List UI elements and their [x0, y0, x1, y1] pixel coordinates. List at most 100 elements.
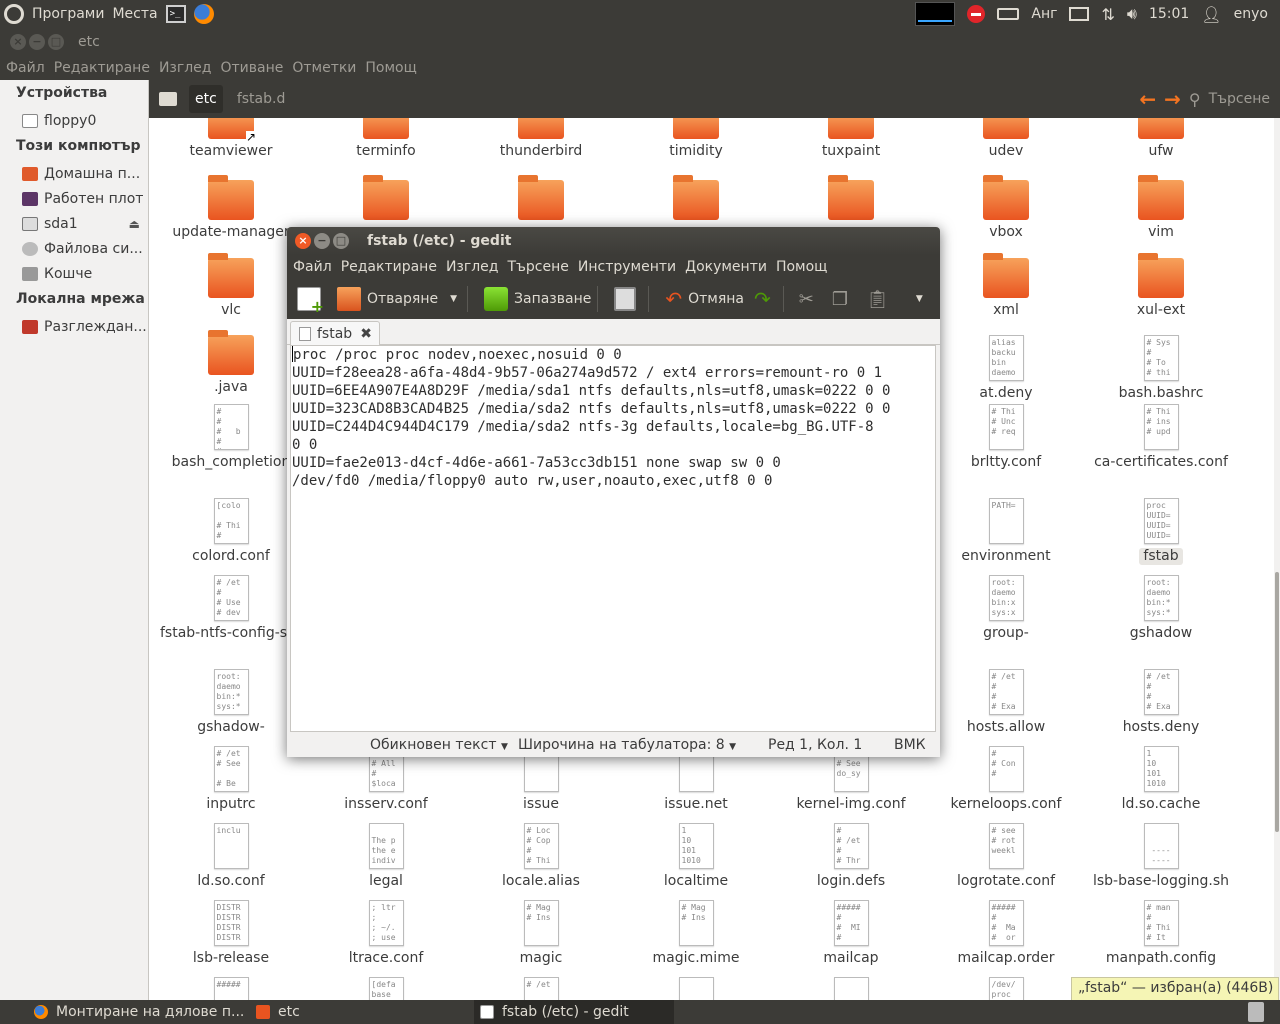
file-item[interactable]: root: daemo bin:x sys:x group- [931, 575, 1081, 642]
file-item[interactable]: root: daemo bin:* sys:* gshadow [1086, 575, 1236, 642]
taskbar-item-gedit[interactable]: fstab (/etc) - gedit [474, 1000, 674, 1024]
keyboard-layout[interactable]: Анг [1031, 6, 1057, 22]
nautilus-menu-edit[interactable]: Редактиране [48, 60, 153, 76]
volume-icon[interactable]: 🔊︎ [1127, 4, 1137, 24]
text-editor[interactable]: proc /proc proc nodev,noexec,nosuid 0 0 U… [290, 345, 936, 732]
file-item[interactable]: [colo # Thi # colord.conf [156, 498, 306, 565]
file-item[interactable]: # /et # # # Exa hosts.allow [931, 669, 1081, 736]
save-button[interactable]: Запазване [514, 291, 591, 307]
editor-line[interactable]: UUID=323CAD8B3CAD4B25 /media/sda2 ntfs d… [292, 400, 935, 418]
tab-width-selector[interactable]: Широчина на табулатора: 8 ▼ [518, 737, 736, 753]
nautilus-close-button[interactable]: × [10, 34, 26, 50]
file-item[interactable]: proc UUID= UUID= UUID= fstab [1086, 498, 1236, 565]
file-item[interactable]: # /et # # # Exa hosts.deny [1086, 669, 1236, 736]
gedit-menu-view[interactable]: Изглед [440, 259, 502, 275]
gedit-menu-tools[interactable]: Инструменти [572, 259, 679, 275]
save-icon[interactable] [484, 287, 509, 311]
file-item[interactable]: alias backu bin daemo at.deny [931, 335, 1081, 402]
file-item[interactable]: [defa base [311, 977, 461, 1000]
open-folder-icon[interactable] [337, 287, 361, 311]
breadcrumb-etc[interactable]: etc [189, 85, 223, 113]
search-icon[interactable]: ⚲ [1189, 90, 1201, 109]
nautilus-menu-file[interactable]: Файл [0, 60, 48, 76]
nautilus-menu-view[interactable]: Изглед [153, 60, 215, 76]
gedit-maximize-button[interactable]: □ [333, 233, 349, 249]
drive-root-icon[interactable] [159, 92, 177, 106]
new-document-icon[interactable] [297, 287, 324, 316]
file-item[interactable]: .java [156, 330, 306, 396]
firefox-launcher-icon[interactable] [193, 4, 214, 24]
file-item[interactable]: # # # b # # c bash_completion [156, 404, 306, 471]
sidebar-item-floppy0[interactable]: floppy0 [0, 108, 148, 133]
scrollbar-thumb[interactable] [1275, 572, 1279, 832]
sidebar-item-home[interactable]: Домашна п... [0, 161, 148, 186]
file-item[interactable]: DISTR DISTR DISTR DISTR lsb-release [156, 900, 306, 967]
gedit-minimize-button[interactable]: − [314, 233, 330, 249]
breadcrumb-fstab-d[interactable]: fstab.d [231, 85, 292, 113]
redo-icon[interactable]: ↷ [754, 287, 771, 311]
gedit-close-button[interactable]: × [295, 233, 311, 249]
ubuntu-logo-icon[interactable] [4, 4, 24, 24]
editor-line[interactable]: UUID=C244D4C944D4C179 /media/sda2 ntfs-3… [292, 418, 935, 436]
open-recent-dropdown-icon[interactable]: ▼ [450, 294, 457, 304]
forward-arrow-icon[interactable]: → [1164, 87, 1181, 111]
syntax-mode-selector[interactable]: Обикновен текст ▼ [370, 737, 508, 753]
file-item[interactable]: tuxpaint [776, 118, 926, 160]
file-item[interactable]: root: daemo bin:* sys:* gshadow- [156, 669, 306, 736]
terminal-launcher-icon[interactable]: >_ [165, 5, 186, 23]
file-item[interactable]: vim [1086, 175, 1236, 241]
file-item[interactable]: teamviewer [156, 118, 306, 160]
mail-icon[interactable] [1069, 7, 1090, 21]
file-item[interactable]: 1 10 101 1010 localtime [621, 823, 771, 890]
sidebar-item-filesystem[interactable]: Файлова си... [0, 236, 148, 261]
tab-fstab[interactable]: fstab ✖ [290, 321, 380, 345]
menu-places[interactable]: Места [112, 6, 157, 22]
file-item[interactable]: PATH= environment [931, 498, 1081, 565]
search-label[interactable]: Търсене [1209, 91, 1270, 107]
menu-programs[interactable]: Програми [32, 6, 104, 22]
file-item[interactable]: ufw [1086, 118, 1236, 160]
keyboard-icon[interactable] [997, 8, 1020, 20]
sidebar-item-trash[interactable]: Кошче [0, 261, 148, 286]
file-item[interactable]: xml [931, 253, 1081, 319]
paste-icon[interactable]: 📋︎ [866, 289, 889, 310]
nautilus-minimize-button[interactable]: − [29, 34, 45, 50]
file-view-scrollbar[interactable] [1274, 118, 1280, 1000]
open-button[interactable]: Отваряне [367, 291, 438, 307]
file-item[interactable]: # Thi # Unc # req brltty.conf [931, 404, 1081, 471]
copy-icon[interactable]: ❐ [832, 289, 848, 310]
file-item[interactable]: ##### # # Ma # or mailcap.order [931, 900, 1081, 967]
file-item[interactable]: xul-ext [1086, 253, 1236, 319]
file-item[interactable]: /dev/ proc [931, 977, 1081, 1000]
file-item[interactable]: The p the e indiv legal [311, 823, 461, 890]
user-icon[interactable]: 👤︎ [1201, 5, 1221, 24]
file-item[interactable]: terminfo [311, 118, 461, 160]
sidebar-item-browse-network[interactable]: Разглеждан... [0, 314, 148, 339]
editor-content[interactable]: proc /proc proc nodev,noexec,nosuid 0 0 U… [292, 346, 935, 490]
gedit-menu-search[interactable]: Търсене [501, 259, 571, 275]
undo-button[interactable]: Отмяна [688, 291, 744, 307]
file-item[interactable]: # # /et # # Thr login.defs [776, 823, 926, 890]
file-item[interactable]: # Sys # # To # thi bash.bashrc [1086, 335, 1236, 402]
file-item[interactable]: 1 10 101 1010 ld.so.cache [1086, 746, 1236, 813]
file-item[interactable]: # Mag # Ins magic [466, 900, 616, 967]
toolbar-overflow-icon[interactable]: ▼ [916, 294, 923, 304]
file-item[interactable]: update-manager [156, 175, 306, 241]
taskbar-item-firefox[interactable]: Монтиране на дялове п... [28, 1000, 250, 1024]
gedit-titlebar[interactable]: × − □ fstab (/etc) - gedit [287, 227, 940, 255]
back-arrow-icon[interactable]: ← [1139, 87, 1156, 111]
tab-close-icon[interactable]: ✖ [360, 326, 372, 342]
indicator-red-icon[interactable] [967, 5, 986, 23]
file-item[interactable] [776, 977, 926, 1000]
file-item[interactable]: # Mag # Ins magic.mime [621, 900, 771, 967]
nautilus-menu-bookmarks[interactable]: Отметки [286, 60, 359, 76]
gedit-menu-help[interactable]: Помощ [770, 259, 830, 275]
undo-icon[interactable]: ↶ [665, 287, 682, 311]
user-name[interactable]: enyo [1234, 6, 1268, 22]
file-item[interactable]: ; ltr ; ; ~/. ; use ltrace.conf [311, 900, 461, 967]
file-item[interactable]: udev [931, 118, 1081, 160]
file-item[interactable]: # man # # Thi # It manpath.config [1086, 900, 1236, 967]
file-item[interactable]: # # Con # kerneloops.conf [931, 746, 1081, 813]
sidebar-item-sda1[interactable]: sda1 ⏏ [0, 211, 148, 236]
file-item[interactable]: timidity [621, 118, 771, 160]
